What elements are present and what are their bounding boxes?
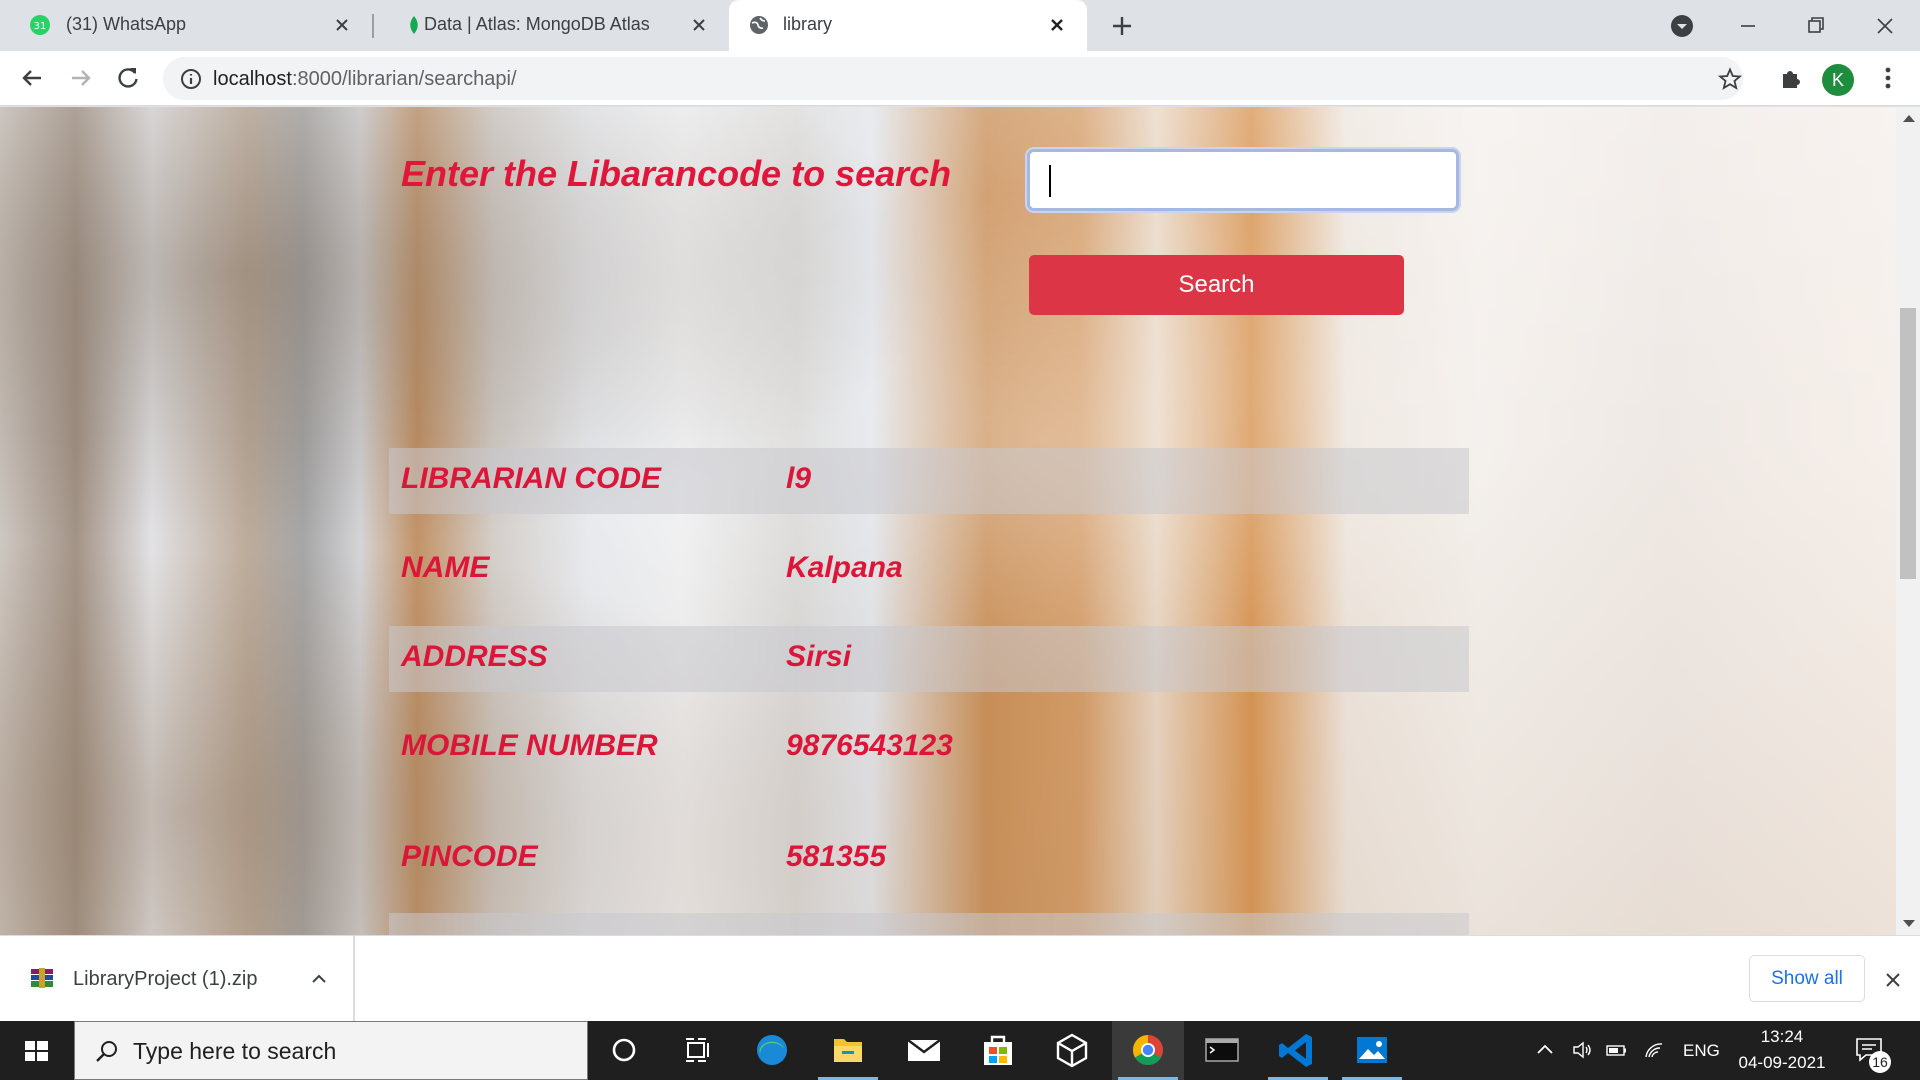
photos-active-underline [1336, 1021, 1408, 1080]
forward-arrow-icon[interactable] [67, 64, 95, 92]
search-prompt: Enter the Libarancode to search [401, 153, 952, 194]
tab-title: library [783, 14, 833, 34]
scroll-up-arrow-icon[interactable] [1903, 115, 1915, 122]
scroll-thumb[interactable] [1900, 308, 1916, 579]
cortana-icon[interactable] [588, 1021, 660, 1080]
tab-whatsapp[interactable]: 31 (31) WhatsApp [0, 0, 372, 51]
chrome-icon [1132, 1035, 1163, 1066]
kebab-menu-icon[interactable] [1874, 64, 1902, 92]
whatsapp-icon: 31 [30, 15, 50, 35]
reload-icon[interactable] [114, 64, 142, 92]
search-input[interactable] [1027, 149, 1459, 211]
record-row-librarian-code: LIBRARIAN CODE l9 [389, 448, 1469, 514]
download-item[interactable]: LibraryProject (1).zip [0, 936, 355, 1022]
close-icon[interactable] [1882, 969, 1904, 991]
tab-library[interactable]: library [729, 0, 1087, 51]
back-arrow-icon[interactable] [18, 64, 46, 92]
close-icon[interactable] [330, 13, 354, 37]
field-label: LIBRARIAN CODE [401, 462, 661, 495]
svg-text:31: 31 [34, 21, 47, 32]
tab-title: (31) WhatsApp [66, 14, 187, 34]
field-value: l9 [786, 462, 812, 495]
chrome-taskbar-button[interactable] [1112, 1021, 1184, 1080]
restore-icon[interactable] [1802, 12, 1830, 40]
speaker-icon[interactable] [1571, 1039, 1593, 1061]
task-view-icon[interactable] [660, 1021, 732, 1080]
terminal-icon[interactable] [1186, 1021, 1258, 1080]
globe-icon [750, 16, 768, 34]
search-button[interactable]: Search [1029, 255, 1404, 315]
record-row-mobile-number: MOBILE NUMBER 9876543123 [389, 715, 1469, 781]
page-content: Enter the Libarancode to search Search L… [0, 107, 1896, 935]
avatar[interactable]: K [1822, 64, 1854, 96]
url-text: localhost:8000/librarian/searchapi/ [213, 68, 517, 90]
taskbar-search-box[interactable]: Type here to search [74, 1021, 588, 1080]
chevron-up-icon[interactable] [310, 970, 328, 988]
field-label: MOBILE NUMBER [401, 729, 658, 762]
battery-icon[interactable] [1606, 1039, 1628, 1061]
clock-date[interactable]: 04-09-2021 [1731, 1053, 1833, 1073]
new-tab-icon[interactable] [1108, 12, 1136, 40]
minimize-icon[interactable] [1734, 12, 1762, 40]
record-row-next [389, 913, 1469, 935]
close-icon[interactable] [1045, 13, 1069, 37]
wifi-icon[interactable] [1643, 1039, 1665, 1061]
3d-cube-app-icon[interactable] [1036, 1021, 1108, 1080]
extensions-puzzle-icon[interactable] [1777, 64, 1805, 92]
chevron-up-icon[interactable] [1534, 1039, 1556, 1061]
star-icon[interactable] [1718, 67, 1742, 91]
vscode-active-underline [1262, 1021, 1334, 1080]
field-label: NAME [401, 551, 490, 584]
record-row-pincode: PINCODE 581355 [389, 826, 1469, 892]
download-filename: LibraryProject (1).zip [73, 968, 258, 990]
language-indicator[interactable]: ENG [1683, 1041, 1720, 1061]
edge-browser-icon[interactable] [736, 1021, 808, 1080]
field-value: 581355 [786, 840, 887, 873]
vertical-scrollbar[interactable] [1896, 107, 1920, 935]
windows-taskbar: Type here to search ENG 13:24 04-09-2021… [0, 1021, 1920, 1080]
tab-strip: 31 (31) WhatsApp Data | Atlas: MongoDB A… [0, 0, 1920, 51]
info-icon[interactable] [179, 67, 203, 91]
scroll-down-arrow-icon[interactable] [1903, 920, 1915, 927]
tab-search-icon[interactable] [1668, 12, 1696, 40]
search-icon [96, 1041, 117, 1062]
window-close-icon[interactable] [1871, 12, 1899, 40]
zip-archive-icon [31, 968, 53, 988]
windows-start-icon[interactable] [0, 1021, 72, 1080]
show-all-button[interactable]: Show all [1749, 955, 1865, 1002]
record-row-name: NAME Kalpana [389, 537, 1469, 603]
search-placeholder: Type here to search [133, 1038, 337, 1064]
address-bar[interactable]: localhost:8000/librarian/searchapi/ [163, 57, 1743, 100]
tab-mongodb-atlas[interactable]: Data | Atlas: MongoDB Atlas [374, 0, 729, 51]
clock-time[interactable]: 13:24 [1737, 1027, 1827, 1047]
field-label: ADDRESS [401, 640, 548, 673]
field-value: 9876543123 [786, 729, 953, 762]
microsoft-store-icon[interactable] [962, 1021, 1034, 1080]
text-caret [1049, 165, 1051, 197]
browser-toolbar: localhost:8000/librarian/searchapi/ K [0, 51, 1920, 106]
file-explorer-active-underline [812, 1021, 884, 1080]
notification-count-badge: 16 [1869, 1051, 1891, 1073]
download-shelf: LibraryProject (1).zip Show all [0, 935, 1920, 1022]
close-icon[interactable] [687, 13, 711, 37]
library-background-image [0, 107, 1896, 935]
mail-icon[interactable] [888, 1021, 960, 1080]
field-value: Sirsi [786, 640, 852, 673]
tab-title: Data | Atlas: MongoDB Atlas [424, 14, 650, 34]
record-row-address: ADDRESS Sirsi [389, 626, 1469, 692]
mongodb-leaf-icon [410, 16, 418, 34]
field-value: Kalpana [786, 551, 903, 584]
field-label: PINCODE [401, 840, 538, 873]
